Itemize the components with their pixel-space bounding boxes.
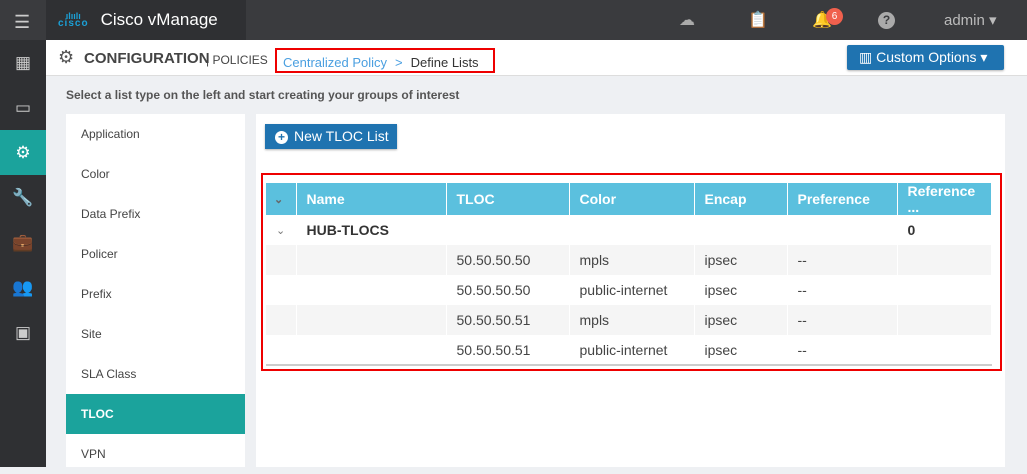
list-type-sla-class[interactable]: SLA Class [66, 354, 245, 394]
cell-encap: ipsec [694, 335, 788, 365]
page-section: | POLICIES [206, 53, 268, 67]
plus-icon: + [275, 131, 288, 144]
list-type-prefix[interactable]: Prefix [66, 274, 245, 314]
col-preference[interactable]: Preference [787, 183, 898, 215]
list-type-color[interactable]: Color [66, 154, 245, 194]
cell-preference: -- [787, 305, 898, 335]
cell-preference: -- [787, 245, 898, 275]
top-bar: ☰ ılıılı cisco Cisco vManage ☁ 📋 🔔 6 ? ad… [0, 0, 1027, 40]
col-name[interactable]: Name [296, 183, 447, 215]
list-type-tloc[interactable]: TLOC [66, 394, 245, 434]
breadcrumb-current: Define Lists [410, 55, 479, 70]
cell-tloc: 50.50.50.50 [446, 275, 570, 305]
tloc-table: ⌄ Name TLOC Color Encap Preference Refer… [266, 183, 992, 366]
table-row: 50.50.50.51 mpls ipsec -- [266, 305, 992, 335]
list-type-panel: Application Color Data Prefix Policer Pr… [66, 114, 245, 467]
table-row: 50.50.50.51 public-internet ipsec -- [266, 335, 992, 365]
breadcrumb: Centralized Policy > Define Lists [275, 48, 495, 73]
table-row: 50.50.50.50 mpls ipsec -- [266, 245, 992, 275]
help-icon[interactable]: ? [878, 12, 895, 29]
logo: ılıılı cisco Cisco vManage [46, 0, 246, 40]
list-type-application[interactable]: Application [66, 114, 245, 154]
maintenance-icon[interactable]: 💼 [0, 220, 46, 265]
clipboard-icon[interactable]: 📋 [748, 10, 768, 30]
dashboard-icon[interactable]: ▦ [0, 40, 46, 85]
menu-icon[interactable]: ☰ [14, 12, 30, 33]
cell-color: public-internet [569, 275, 695, 305]
page-header: ⚙ CONFIGURATION | POLICIES Centralized P… [46, 40, 1027, 76]
list-type-site[interactable]: Site [66, 314, 245, 354]
cell-color: mpls [569, 245, 695, 275]
cell-tloc: 50.50.50.51 [446, 305, 570, 335]
cell-preference: -- [787, 335, 898, 365]
expand-all-icon[interactable]: ⌄ [266, 183, 297, 215]
gear-icon: ⚙ [58, 47, 75, 67]
col-color[interactable]: Color [569, 183, 695, 215]
cell-color: mpls [569, 305, 695, 335]
breadcrumb-centralized-policy[interactable]: Centralized Policy [283, 55, 387, 70]
sidebar: ▦ ▭ ⚙ 🔧 💼 👥 ▣ [0, 40, 46, 467]
col-encap[interactable]: Encap [694, 183, 788, 215]
notification-badge: 6 [826, 8, 843, 25]
cisco-logo: ılıılı cisco [58, 11, 89, 29]
columns-icon: ▥ [859, 49, 873, 65]
cell-encap: ipsec [694, 305, 788, 335]
page-title: CONFIGURATION [84, 50, 210, 67]
configuration-icon[interactable]: ⚙ [0, 130, 46, 175]
group-name: HUB-TLOCS [296, 215, 447, 245]
collapse-icon[interactable]: ⌄ [266, 215, 297, 245]
cloud-icon[interactable]: ☁ [679, 10, 695, 30]
cell-encap: ipsec [694, 275, 788, 305]
group-row[interactable]: ⌄ HUB-TLOCS 0 [266, 215, 992, 245]
administration-icon[interactable]: 👥 [0, 265, 46, 310]
breadcrumb-separator: > [395, 55, 403, 70]
tools-icon[interactable]: 🔧 [0, 175, 46, 220]
monitor-icon[interactable]: ▭ [0, 85, 46, 130]
analytics-icon[interactable]: ▣ [0, 310, 46, 355]
table-header: ⌄ Name TLOC Color Encap Preference Refer… [266, 183, 992, 215]
cell-tloc: 50.50.50.51 [446, 335, 570, 365]
cell-preference: -- [787, 275, 898, 305]
cell-tloc: 50.50.50.50 [446, 245, 570, 275]
custom-options-button[interactable]: ▥ Custom Options ▾ [847, 45, 1004, 70]
group-reference: 0 [897, 215, 992, 245]
new-tloc-list-button[interactable]: + New TLOC List [265, 124, 397, 149]
list-type-vpn[interactable]: VPN [66, 434, 245, 474]
instructions: Select a list type on the left and start… [66, 88, 460, 102]
col-reference[interactable]: Reference ... [897, 183, 992, 215]
cell-encap: ipsec [694, 245, 788, 275]
table-row: 50.50.50.50 public-internet ipsec -- [266, 275, 992, 305]
app-title: Cisco vManage [100, 10, 218, 29]
user-menu[interactable]: admin ▾ [944, 11, 997, 29]
cell-color: public-internet [569, 335, 695, 365]
list-type-policer[interactable]: Policer [66, 234, 245, 274]
col-tloc[interactable]: TLOC [446, 183, 570, 215]
list-type-data-prefix[interactable]: Data Prefix [66, 194, 245, 234]
